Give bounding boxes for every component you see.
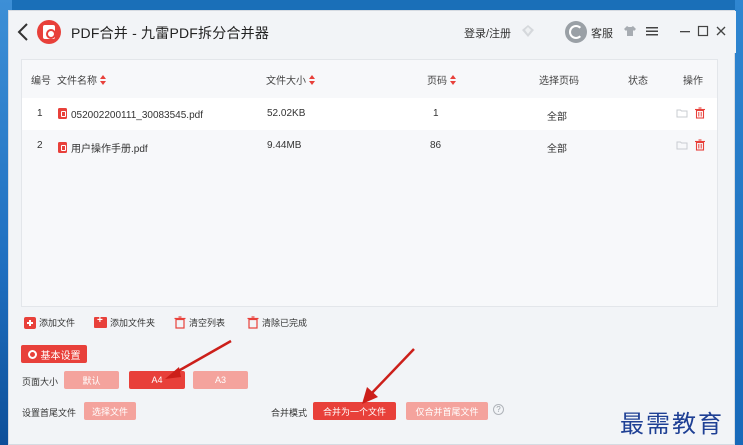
trash-icon [174, 316, 186, 329]
service-avatar-icon[interactable] [565, 21, 587, 43]
annotation-arrow-icon [362, 348, 415, 404]
row-pages: 1 [433, 108, 439, 119]
row-filesize: 9.44MB [267, 140, 302, 151]
clear-completed-button[interactable]: 清除已完成 [247, 316, 307, 329]
page-size-label: 页面大小 [22, 377, 59, 387]
clear-completed-label: 清除已完成 [262, 318, 308, 328]
app-logo [37, 20, 61, 44]
file-table: 编号 文件名称 文件大小 页码 选择页码 状态 操作 1 05200220011… [21, 59, 718, 307]
column-pages[interactable]: 页码 [427, 72, 457, 87]
row-filename-text: 用户操作手册.pdf [71, 144, 148, 155]
column-filesize-label: 文件大小 [266, 76, 306, 87]
desktop-background-right [735, 0, 743, 445]
open-folder-icon[interactable] [676, 107, 688, 119]
close-icon[interactable] [715, 24, 727, 38]
column-status: 状态 [628, 76, 648, 87]
table-header: 编号 文件名称 文件大小 页码 选择页码 状态 操作 [22, 60, 717, 96]
vip-diamond-icon[interactable] [521, 24, 535, 38]
back-button[interactable] [15, 21, 33, 43]
add-folder-icon [94, 315, 107, 328]
merge-mode-label: 合并模式 [271, 408, 308, 418]
title-bar: PDF合并 - 九雷PDF拆分合并器 登录/注册 客服 [9, 11, 736, 53]
row-filename-text: 052002200111_30083545.pdf [71, 110, 203, 121]
pdf-file-icon [58, 108, 67, 119]
add-file-icon [24, 316, 36, 329]
clear-list-label: 清空列表 [189, 318, 226, 328]
row-index: 1 [37, 108, 43, 119]
basic-settings-label: 基本设置 [40, 350, 81, 362]
merge-into-one-button[interactable]: 合并为一个文件 [313, 402, 396, 420]
add-folder-button[interactable]: 添加文件夹 [94, 315, 156, 329]
row-page-range[interactable]: 全部 [547, 108, 567, 123]
basic-settings-button[interactable]: 基本设置 [21, 345, 87, 363]
page-size-a4-button[interactable]: A4 [129, 371, 185, 389]
login-register-link[interactable]: 登录/注册 [464, 25, 511, 41]
table-row[interactable]: 1 052002200111_30083545.pdf 52.02KB 1 全部 [22, 98, 717, 130]
help-icon[interactable]: ? [493, 404, 504, 415]
select-file-button[interactable]: 选择文件 [84, 402, 136, 420]
window-title: PDF合并 - 九雷PDF拆分合并器 [71, 25, 270, 41]
cover-file-label: 设置首尾文件 [22, 408, 77, 418]
column-filename[interactable]: 文件名称 [57, 72, 107, 87]
app-window: PDF合并 - 九雷PDF拆分合并器 登录/注册 客服 编号 文件名称 文件大小… [8, 10, 736, 445]
add-file-button[interactable]: 添加文件 [24, 316, 75, 329]
sort-icon[interactable] [450, 75, 457, 85]
row-filename: 052002200111_30083545.pdf [58, 108, 203, 121]
column-filesize[interactable]: 文件大小 [266, 72, 316, 87]
column-pages-label: 页码 [427, 76, 447, 87]
column-index: 编号 [31, 76, 51, 87]
sort-icon[interactable] [100, 75, 107, 85]
row-index: 2 [37, 140, 43, 151]
service-link[interactable]: 客服 [591, 25, 613, 41]
row-filesize: 52.02KB [267, 108, 306, 119]
chevron-left-icon [17, 23, 28, 41]
row-page-range[interactable]: 全部 [547, 140, 567, 155]
column-filename-label: 文件名称 [57, 76, 97, 87]
menu-icon[interactable] [645, 24, 659, 38]
minimize-icon[interactable] [679, 24, 691, 38]
column-operations: 操作 [683, 76, 703, 87]
gear-icon [27, 349, 37, 359]
sort-icon[interactable] [309, 75, 316, 85]
page-size-default-button[interactable]: 默认 [64, 371, 119, 389]
watermark-text: 最需教育 [620, 410, 724, 438]
open-folder-icon[interactable] [676, 139, 688, 151]
clear-list-button[interactable]: 清空列表 [174, 316, 225, 329]
row-filename: 用户操作手册.pdf [58, 140, 148, 155]
table-row[interactable]: 2 用户操作手册.pdf 9.44MB 86 全部 [22, 130, 717, 162]
maximize-icon[interactable] [697, 24, 709, 38]
merge-cover-only-button[interactable]: 仅合并首尾文件 [406, 402, 488, 420]
trash-icon [247, 316, 259, 329]
add-file-label: 添加文件 [39, 318, 76, 328]
delete-icon[interactable] [694, 139, 706, 151]
pdf-file-icon [58, 142, 67, 153]
delete-icon[interactable] [694, 107, 706, 119]
column-page-range: 选择页码 [539, 76, 579, 87]
add-folder-label: 添加文件夹 [110, 318, 156, 328]
page-size-a3-button[interactable]: A3 [193, 371, 248, 389]
row-pages: 86 [430, 140, 442, 151]
skin-shirt-icon[interactable] [623, 24, 637, 38]
